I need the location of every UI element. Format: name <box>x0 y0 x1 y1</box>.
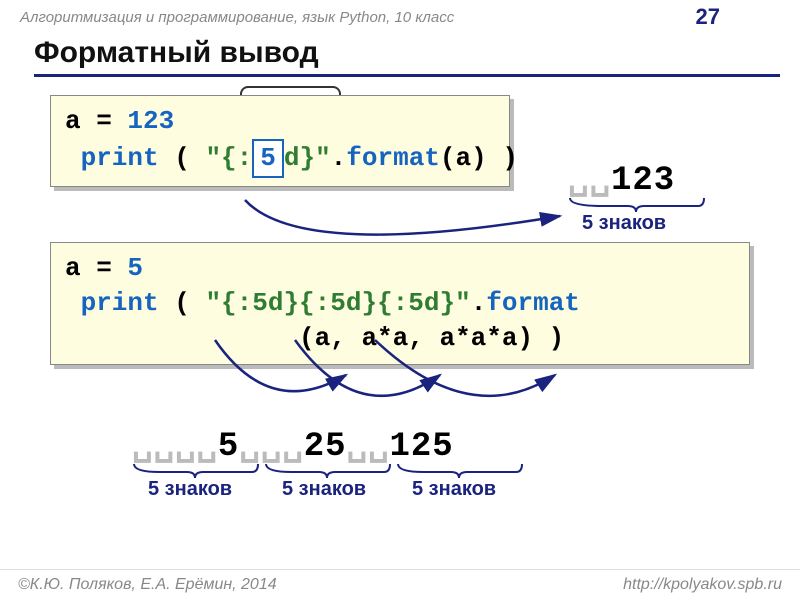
footer-url: http://kpolyakov.spb.ru <box>623 576 782 594</box>
output-2: ␣␣␣␣5␣␣␣25␣␣125 <box>132 424 454 466</box>
code-box-2: a = 5 print ( "{:5d}{:5d}{:5d}".format (… <box>50 242 750 365</box>
highlight-5: 5 <box>252 139 284 178</box>
header: Алгоритмизация и программирование, язык … <box>0 0 800 32</box>
brace-label-2b: 5 знаков <box>282 478 366 501</box>
code-line-2b: print ( "{:5d}{:5d}{:5d}".format <box>65 286 735 321</box>
title-rule <box>34 74 780 77</box>
brace-label-2a: 5 знаков <box>148 478 232 501</box>
brace-label-1: 5 знаков <box>582 212 666 235</box>
code-line-2c: (a, a*a, a*a*a) ) <box>65 321 735 356</box>
footer-copyright: ©К.Ю. Поляков, Е.А. Ерёмин, 2014 <box>18 576 277 594</box>
code-line-2a: a = 5 <box>65 251 735 286</box>
footer: ©К.Ю. Поляков, Е.А. Ерёмин, 2014 http://… <box>0 569 800 600</box>
output-1: ␣␣123 <box>568 158 675 200</box>
brace-label-2c: 5 знаков <box>412 478 496 501</box>
page-number: 27 <box>696 4 720 30</box>
chapter-text: Алгоритмизация и программирование, язык … <box>20 9 454 26</box>
code-box-1: a = 123 print ( "{:5d}".format(a) ) <box>50 95 510 187</box>
code-line-1b: print ( "{:5d}".format(a) ) <box>65 139 495 178</box>
code-line-1a: a = 123 <box>65 104 495 139</box>
page-title: Форматный вывод <box>0 32 800 72</box>
